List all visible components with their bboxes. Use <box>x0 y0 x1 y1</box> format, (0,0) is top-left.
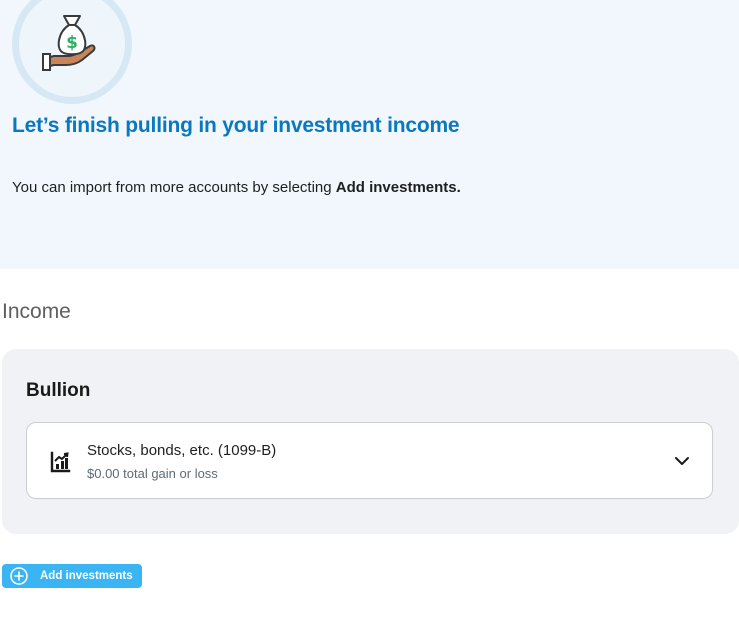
svg-text:$: $ <box>66 33 78 53</box>
income-heading: Income <box>2 300 71 323</box>
list-item-subtitle: $0.00 total gain or loss <box>87 466 218 481</box>
hero-description: You can import from more accounts by sel… <box>12 179 461 196</box>
card-title: Bullion <box>26 380 91 401</box>
hero-description-text: You can import from more accounts by sel… <box>12 179 336 196</box>
list-item-title: Stocks, bonds, etc. (1099-B) <box>87 442 277 459</box>
chart-icon <box>49 451 71 478</box>
page-title: Let’s finish pulling in your investment … <box>12 114 460 137</box>
hero-description-emphasis: Add investments. <box>335 179 461 196</box>
plus-circle-icon <box>10 567 28 588</box>
money-bag-hand-icon: $ <box>12 0 132 104</box>
hero-banner: $ Let’s finish pulling in your investmen… <box>0 0 739 269</box>
add-investments-button[interactable]: Add investments <box>2 564 142 588</box>
add-investments-label: Add investments <box>40 570 133 582</box>
list-item-1099b[interactable]: Stocks, bonds, etc. (1099-B) $0.00 total… <box>26 422 713 499</box>
chevron-down-icon[interactable] <box>674 453 690 474</box>
bullion-card: Bullion Stocks, bonds, etc. (1099-B) $0.… <box>2 349 739 534</box>
